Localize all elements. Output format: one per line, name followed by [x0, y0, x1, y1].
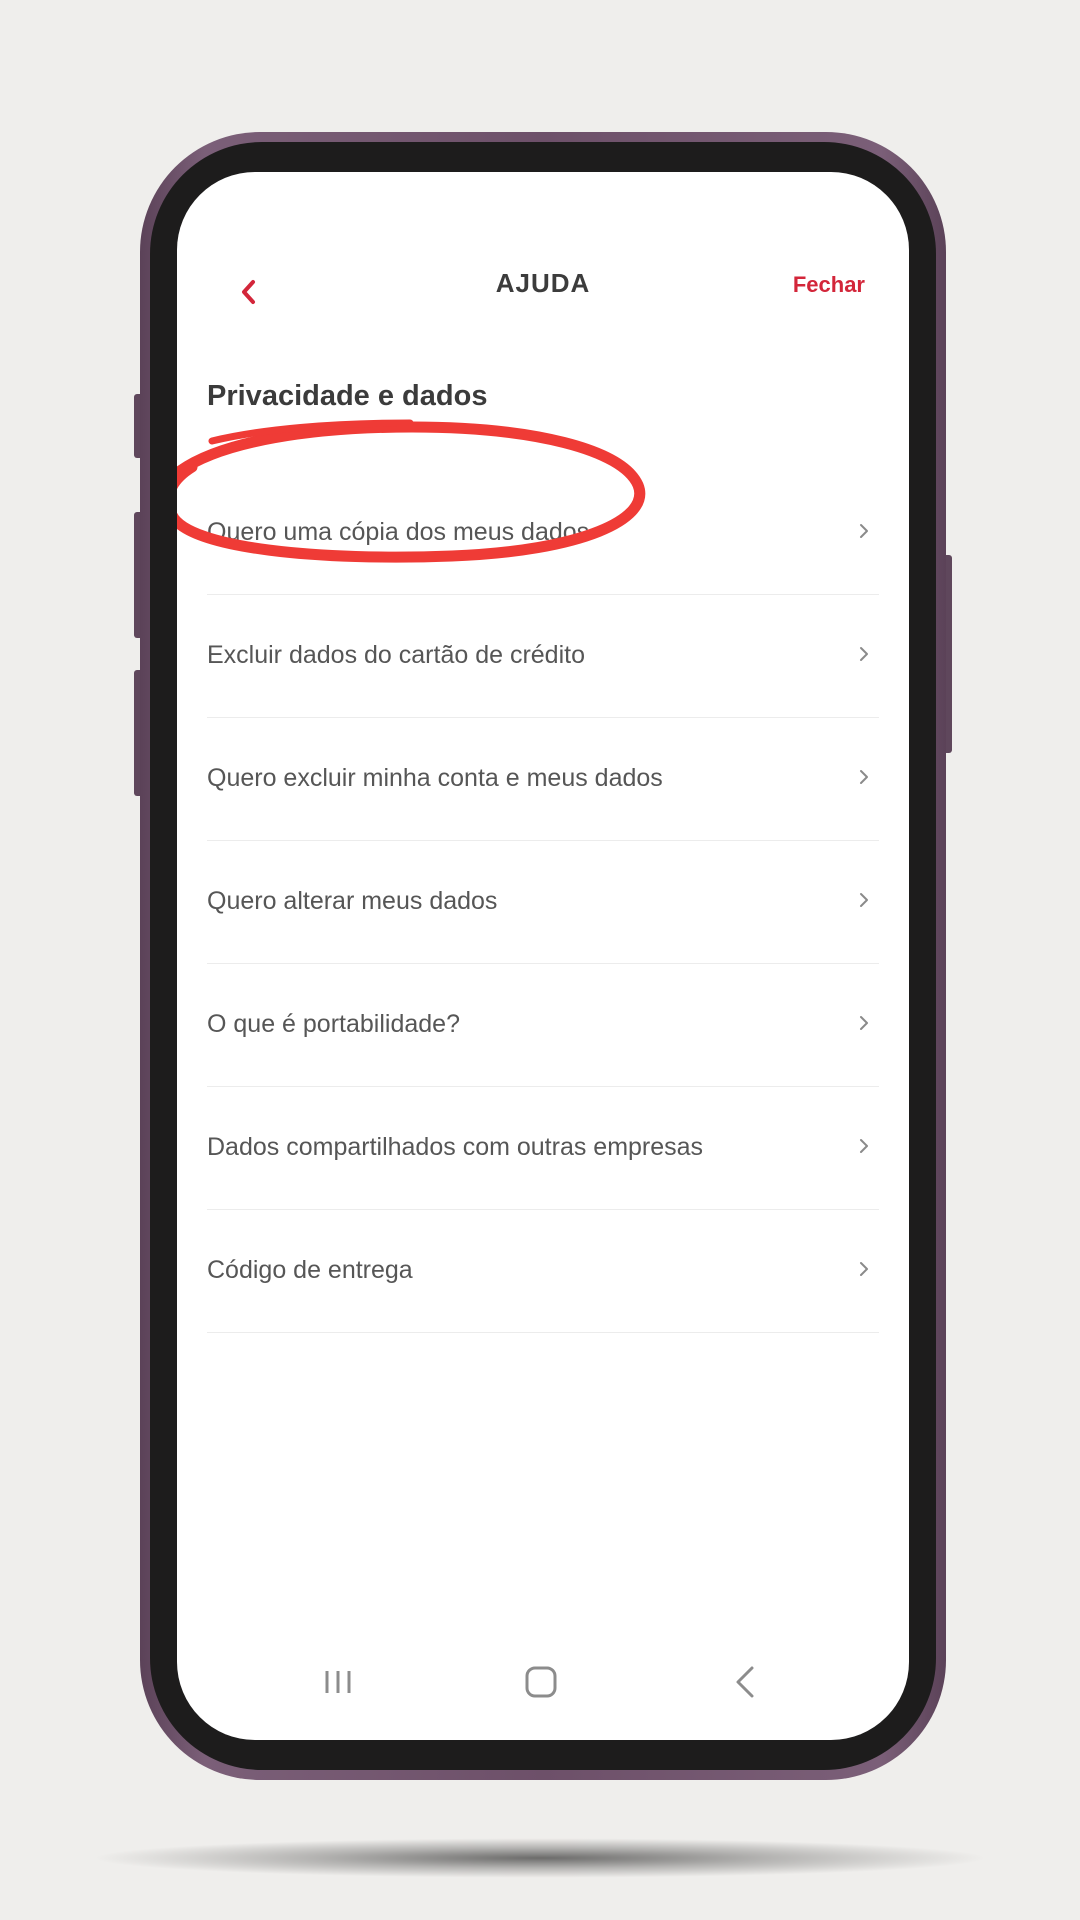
- list-item-copy-my-data[interactable]: Quero uma cópia dos meus dados: [207, 472, 879, 595]
- chevron-right-icon: [860, 770, 868, 784]
- list-item-portability[interactable]: O que é portabilidade?: [207, 964, 879, 1087]
- list-item-label: Quero excluir minha conta e meus dados: [207, 764, 663, 792]
- app-header: AJUDA Fechar: [177, 260, 909, 320]
- chevron-right-icon: [860, 1016, 868, 1030]
- chevron-right-icon: [860, 1262, 868, 1276]
- recents-button[interactable]: [303, 1652, 373, 1712]
- chevron-right-icon: [860, 647, 868, 661]
- list-item-change-data[interactable]: Quero alterar meus dados: [207, 841, 879, 964]
- list-item-label: Dados compartilhados com outras empresas: [207, 1133, 704, 1161]
- list-item-label: Código de entrega: [207, 1256, 413, 1284]
- list-item-shared-data[interactable]: Dados compartilhados com outras empresas: [207, 1087, 879, 1210]
- home-icon: [525, 1666, 557, 1698]
- chevron-right-icon: [860, 524, 868, 538]
- back-button[interactable]: [710, 1652, 780, 1712]
- recents-icon: [325, 1671, 351, 1693]
- list-item-label: O que é portabilidade?: [207, 1010, 460, 1038]
- close-button[interactable]: Fechar: [793, 272, 865, 298]
- chevron-right-icon: [860, 893, 868, 907]
- home-button[interactable]: [506, 1652, 576, 1712]
- chevron-right-icon: [860, 1139, 868, 1153]
- list-item-label: Quero alterar meus dados: [207, 887, 498, 915]
- help-topics-list: Quero uma cópia dos meus dados Excluir d…: [207, 472, 879, 1333]
- phone-shadow: [90, 1838, 990, 1878]
- list-item-delivery-code[interactable]: Código de entrega: [207, 1210, 879, 1333]
- phone-screen: AJUDA Fechar Privacidade e dados Quero u…: [177, 172, 909, 1740]
- list-item-delete-card-data[interactable]: Excluir dados do cartão de crédito: [207, 595, 879, 718]
- system-navigation-bar: [177, 1652, 909, 1712]
- back-icon: [736, 1666, 754, 1698]
- section-title: Privacidade e dados: [207, 380, 488, 412]
- list-item-delete-account[interactable]: Quero excluir minha conta e meus dados: [207, 718, 879, 841]
- list-item-label: Quero uma cópia dos meus dados: [207, 518, 590, 546]
- list-item-label: Excluir dados do cartão de crédito: [207, 641, 585, 669]
- phone-frame: AJUDA Fechar Privacidade e dados Quero u…: [140, 132, 946, 1780]
- phone-bezel: AJUDA Fechar Privacidade e dados Quero u…: [150, 142, 936, 1770]
